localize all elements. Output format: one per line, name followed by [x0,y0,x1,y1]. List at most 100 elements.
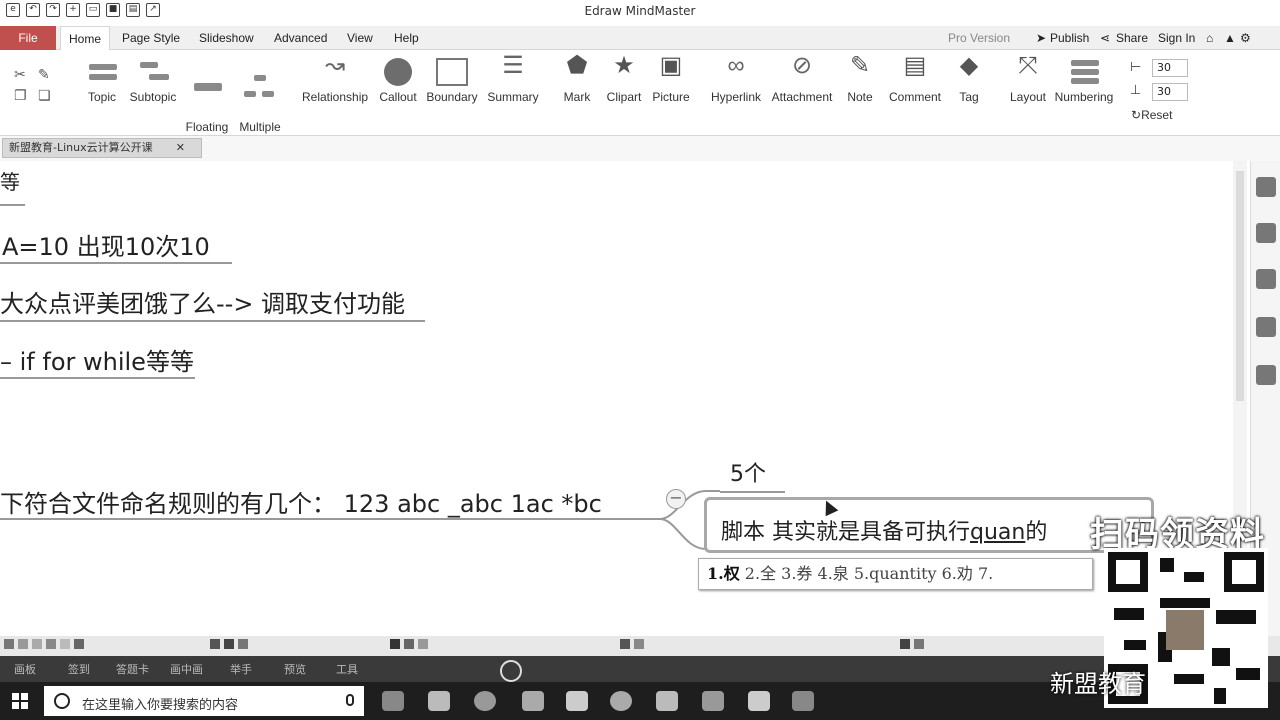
tab-view[interactable]: View [347,26,373,50]
comment-label: Comment [888,90,941,104]
microphone-icon[interactable] [346,694,354,706]
vertical-spacing-icon: ⊥ [1130,83,1142,98]
task-panel-icon[interactable] [1256,365,1276,385]
attachment-button[interactable]: ⊘ Attachment [770,54,834,105]
document-tab[interactable]: 新盟教育-Linux云计算公开课 ✕ [2,138,202,158]
color-swatch[interactable] [238,639,248,649]
vertical-spacing-input[interactable]: 30 [1152,83,1188,101]
partial-topic-text[interactable]: 等 [0,166,20,195]
format-painter-icon[interactable]: ✎ [38,67,54,83]
topic-button[interactable]: Topic [82,58,122,105]
topic-question[interactable]: 下符合文件命名规则的有几个： 123 abc _abc 1ac *bc [0,484,602,519]
boundary-button[interactable]: Boundary [424,58,480,105]
summary-button[interactable]: ☰ Summary [486,54,540,105]
color-swatch[interactable] [46,639,56,649]
color-swatch[interactable] [900,639,910,649]
color-swatch[interactable] [404,639,414,649]
hyperlink-button[interactable]: ∞ Hyperlink [708,54,764,105]
publish-button[interactable]: Publish [1050,26,1089,50]
clipart-panel-icon[interactable] [1256,317,1276,337]
app-icon[interactable] [702,691,724,711]
mark-button[interactable]: ⬟ Mark [558,54,596,105]
app-icon[interactable] [656,691,678,711]
tab-help[interactable]: Help [394,26,419,50]
file-menu-button[interactable]: File [0,26,56,50]
horizontal-spacing-input[interactable]: 30 [1152,59,1188,77]
color-swatch[interactable] [390,639,400,649]
app-icon[interactable] [522,691,544,711]
color-swatch[interactable] [18,639,28,649]
tab-slideshow[interactable]: Slideshow [199,26,254,50]
attachment-label: Attachment [771,90,833,104]
topic-edit-box[interactable]: 脚本 其实就是具备可执行quan的 [704,497,1154,553]
clipart-label: Clipart [606,90,642,104]
sign-in-button[interactable]: Sign In [1158,26,1195,50]
shirt-icon[interactable]: ⌂ [1206,26,1213,50]
tab-home[interactable]: Home [60,26,111,50]
scrollbar-thumb[interactable] [1236,171,1244,401]
topic-edit-text[interactable]: 脚本 其实就是具备可执行quan的 [721,514,1047,546]
app-icon[interactable] [792,691,814,711]
color-swatch[interactable] [60,639,70,649]
pro-version-button[interactable]: Pro Version [948,26,1010,50]
windows-start-icon[interactable] [12,693,28,709]
answer-card-button[interactable]: 答题卡 [116,661,149,677]
ime-candidate-first[interactable]: 1.权 [707,564,740,583]
share-button[interactable]: Share [1116,26,1148,50]
topic-loops[interactable]: – if for while等等 [0,342,194,377]
tab-page-style[interactable]: Page Style [122,26,180,50]
color-swatch[interactable] [32,639,42,649]
power-icon[interactable] [500,660,522,682]
topic-payment[interactable]: 大众点评美团饿了么--> 调取支付功能 [0,284,405,319]
color-swatch[interactable] [210,639,220,649]
raise-hand-button[interactable]: 举手 [230,661,252,677]
paste-icon[interactable]: ❏ [38,88,54,104]
copy-icon[interactable]: ❐ [14,88,30,104]
color-swatch[interactable] [634,639,644,649]
color-swatch[interactable] [4,639,14,649]
mark-panel-icon[interactable] [1256,269,1276,289]
preview-button[interactable]: 预览 [284,661,306,677]
color-swatch[interactable] [914,639,924,649]
app-icon[interactable] [748,691,770,711]
format-panel-icon[interactable] [1256,177,1276,197]
clipart-button[interactable]: ★ Clipart [604,54,644,105]
whiteboard-button[interactable]: 画板 [14,661,36,677]
taskbar-search-box[interactable]: 在这里输入你要搜索的内容 [44,686,364,716]
subtopic-button[interactable]: Subtopic [126,58,180,105]
app-icon[interactable] [610,691,632,711]
tools-button[interactable]: 工具 [336,661,358,677]
layout-button[interactable]: ⤧ Layout [1006,54,1050,105]
app-icon[interactable] [428,691,450,711]
color-swatch[interactable] [74,639,84,649]
reset-button[interactable]: ↻Reset [1131,108,1172,122]
ime-candidate-list[interactable]: 2.全 3.券 4.泉 5.quantity 6.劝 7. [740,564,993,583]
note-button[interactable]: ✎ Note [842,54,878,105]
settings-icon[interactable]: ⚙ [1240,26,1251,50]
color-swatch[interactable] [224,639,234,649]
browser-icon[interactable] [474,691,496,711]
document-tab-title: 新盟教育-Linux云计算公开课 [9,141,153,154]
outline-panel-icon[interactable] [1256,223,1276,243]
color-swatch[interactable] [620,639,630,649]
color-swatch[interactable] [418,639,428,649]
minimize-ribbon-icon[interactable]: ▲ [1224,26,1236,50]
comment-button[interactable]: ▤ Comment [886,54,944,105]
picture-in-picture-button[interactable]: 画中画 [170,661,203,677]
topic-a-equals-10[interactable]: A=10 出现10次10 [2,227,210,262]
cut-icon[interactable]: ✂ [14,67,30,83]
signin-button[interactable]: 签到 [68,661,90,677]
numbering-button[interactable]: Numbering [1052,58,1116,105]
tag-button[interactable]: ◆ Tag [952,54,986,105]
ime-candidate-window[interactable]: 1.权 2.全 3.券 4.泉 5.quantity 6.劝 7. [698,558,1093,590]
multiple-topics-icon [244,73,276,101]
close-tab-icon[interactable]: ✕ [176,139,185,157]
relationship-button[interactable]: ↝ Relationship [302,54,368,105]
callout-button[interactable]: Callout [378,58,418,105]
mindmaster-taskbar-icon[interactable] [566,691,588,711]
picture-button[interactable]: ▣ Picture [650,54,692,105]
tab-advanced[interactable]: Advanced [274,26,327,50]
subtopic-answer[interactable]: 5个 [730,456,766,488]
collapse-branch-button[interactable]: − [666,489,686,509]
file-explorer-icon[interactable] [382,691,404,711]
